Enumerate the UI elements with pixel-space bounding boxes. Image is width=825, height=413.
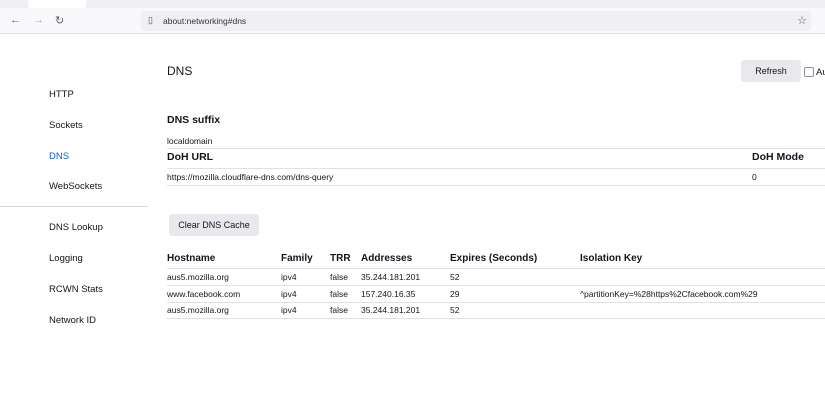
autorefresh-label: Au	[816, 67, 825, 78]
divider	[167, 148, 825, 149]
divider	[167, 268, 825, 269]
sidebar-item-dns[interactable]: DNS	[49, 151, 69, 162]
autorefresh-checkbox[interactable]	[804, 67, 814, 77]
reload-icon[interactable]: ↻	[55, 14, 64, 27]
clear-dns-cache-button[interactable]: Clear DNS Cache	[169, 214, 259, 236]
cell-address: 157.240.16.35	[361, 289, 415, 299]
row-divider	[167, 285, 825, 286]
sidebar-divider	[0, 206, 148, 207]
tab-strip	[0, 0, 825, 8]
dns-suffix-value: localdomain	[167, 136, 212, 146]
cell-expires: 52	[450, 272, 459, 282]
nav-bar: ← → ↻ ▯ about:networking#dns ☆	[0, 8, 825, 34]
column-header-expires: Expires (Seconds)	[450, 253, 537, 264]
main-content: DNS Refresh Au DNS suffix localdomain Do…	[167, 34, 825, 413]
cell-family: ipv4	[281, 272, 297, 282]
doh-url-value: https://mozilla.cloudflare-dns.com/dns-q…	[167, 172, 333, 182]
column-header-family: Family	[281, 253, 313, 264]
cell-hostname: aus5.mozilla.org	[167, 272, 229, 282]
sidebar-item-rcwn-stats[interactable]: RCWN Stats	[49, 284, 103, 295]
column-header-hostname: Hostname	[167, 253, 215, 264]
sidebar-item-sockets[interactable]: Sockets	[49, 120, 83, 131]
column-header-isolation-key: Isolation Key	[580, 253, 642, 264]
divider	[167, 185, 825, 186]
cell-trr: false	[330, 305, 348, 315]
sidebar-item-http[interactable]: HTTP	[49, 89, 74, 100]
cell-expires: 52	[450, 305, 459, 315]
doh-url-heading: DoH URL	[167, 151, 213, 163]
cell-hostname: aus5.mozilla.org	[167, 305, 229, 315]
column-header-addresses: Addresses	[361, 253, 412, 264]
cell-isolation-key: ^partitionKey=%28https%2Cfacebook.com%29	[580, 289, 758, 299]
url-bar[interactable]: ▯ about:networking#dns ☆	[141, 11, 811, 31]
page-icon: ▯	[148, 15, 153, 26]
cell-address: 35.244.181.201	[361, 305, 420, 315]
column-header-trr: TRR	[330, 253, 351, 264]
refresh-button[interactable]: Refresh	[741, 60, 801, 82]
back-icon[interactable]: ←	[10, 14, 21, 26]
cell-family: ipv4	[281, 289, 297, 299]
sidebar: HTTP Sockets DNS WebSockets DNS Lookup L…	[0, 34, 148, 413]
cell-hostname: www.facebook.com	[167, 289, 240, 299]
sidebar-item-logging[interactable]: Logging	[49, 253, 83, 264]
doh-mode-value: 0	[752, 172, 757, 182]
sidebar-item-network-id[interactable]: Network ID	[49, 315, 96, 326]
divider	[167, 168, 825, 169]
url-text[interactable]: about:networking#dns	[163, 16, 246, 26]
page-title: DNS	[167, 64, 192, 78]
row-divider	[167, 318, 825, 319]
cell-address: 35.244.181.201	[361, 272, 420, 282]
cell-expires: 29	[450, 289, 459, 299]
active-tab[interactable]	[28, 0, 86, 8]
cell-trr: false	[330, 289, 348, 299]
bookmark-star-icon[interactable]: ☆	[797, 14, 807, 27]
sidebar-item-websockets[interactable]: WebSockets	[49, 181, 102, 192]
row-divider	[167, 302, 825, 303]
doh-mode-heading: DoH Mode	[752, 151, 804, 163]
cell-trr: false	[330, 272, 348, 282]
dns-suffix-heading: DNS suffix	[167, 114, 220, 126]
cell-family: ipv4	[281, 305, 297, 315]
sidebar-item-dns-lookup[interactable]: DNS Lookup	[49, 222, 103, 233]
forward-icon[interactable]: →	[33, 14, 44, 26]
